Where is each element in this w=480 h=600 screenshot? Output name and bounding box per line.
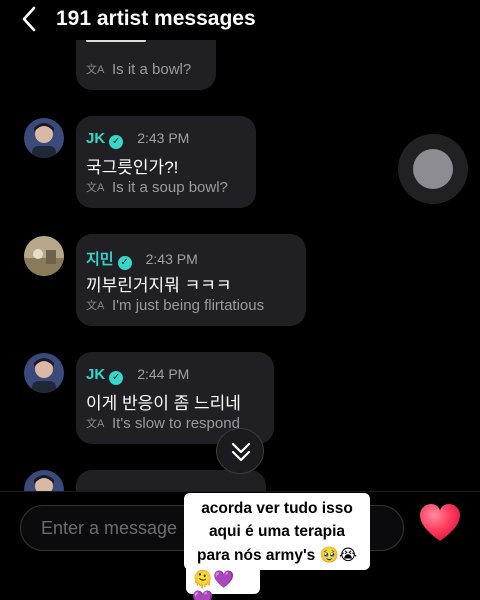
caption-line: acorda ver tudo isso [201,500,353,517]
floating-button-core [413,149,453,189]
avatar[interactable] [24,353,64,393]
verified-badge-icon: ✓ [109,135,124,149]
verified-badge-icon: ✓ [117,256,132,270]
timestamp: 2:44 PM [137,366,190,382]
translate-icon: 文A [86,64,105,76]
translation-text: I'm just being flirtatious [112,297,265,314]
emoji-crying-faces: 🥹😭 [319,547,357,564]
translate-icon: 文A [86,300,105,312]
avatar[interactable] [24,118,64,158]
caption-overlay: acorda ver tudo isso aqui é uma terapia … [184,493,370,570]
translation-row: 文A Is it a bowl? [86,61,191,78]
translate-icon: 文A [86,182,105,194]
message-text: 끼부린거지뭐 ㅋㅋㅋ [86,276,232,295]
caption-line: aqui é uma terapia [208,523,346,540]
sender-name: JK [86,366,106,383]
message-meta: JK ✓ 2:43 PM [86,130,189,149]
translate-icon: 文A [86,418,105,430]
translation-row: 文A Is it a soup bowl? [86,179,228,196]
sender-name: 지민 [86,251,114,268]
translation-text: Is it a bowl? [112,61,192,78]
translation-text: Is it a soup bowl? [112,179,228,196]
verified-badge-icon: ✓ [109,371,124,385]
message-meta: 지민 ✓ 2:43 PM [86,248,198,270]
avatar[interactable] [24,236,64,276]
message-text: 이게 반응이 좀 느리네 [86,394,241,413]
timestamp: 2:43 PM [145,251,198,267]
header: 191 artist messages [0,0,480,40]
message-input-placeholder: Enter a message [41,518,178,538]
message-bubble: JK ✓ 2:43 PM 국그릇인가?! 文A Is it a soup bowl? [76,116,256,208]
chevron-double-down-icon [231,442,251,462]
timestamp: 2:43 PM [137,130,190,146]
page-title: 191 artist messages [56,7,256,30]
back-chevron-icon[interactable] [18,4,42,34]
translation-row: 文A I'm just being flirtatious [86,297,264,314]
caption-line-with-emoji: para nós army's 🥹😭 [196,547,357,564]
scroll-to-bottom-button[interactable] [216,428,264,474]
message-bubble: 지민 ✓ 2:43 PM 끼부린거지뭐 ㅋㅋㅋ 文A I'm just being f… [76,234,306,326]
caption-emoji-row: 🫠💜💜 [186,568,260,600]
message-text: 국그릇인가?! [86,158,179,177]
floating-button[interactable] [398,134,468,204]
heart-icon[interactable] [418,503,462,543]
message-meta: JK ✓ 2:44 PM [86,366,189,385]
sender-name: JK [86,130,106,147]
